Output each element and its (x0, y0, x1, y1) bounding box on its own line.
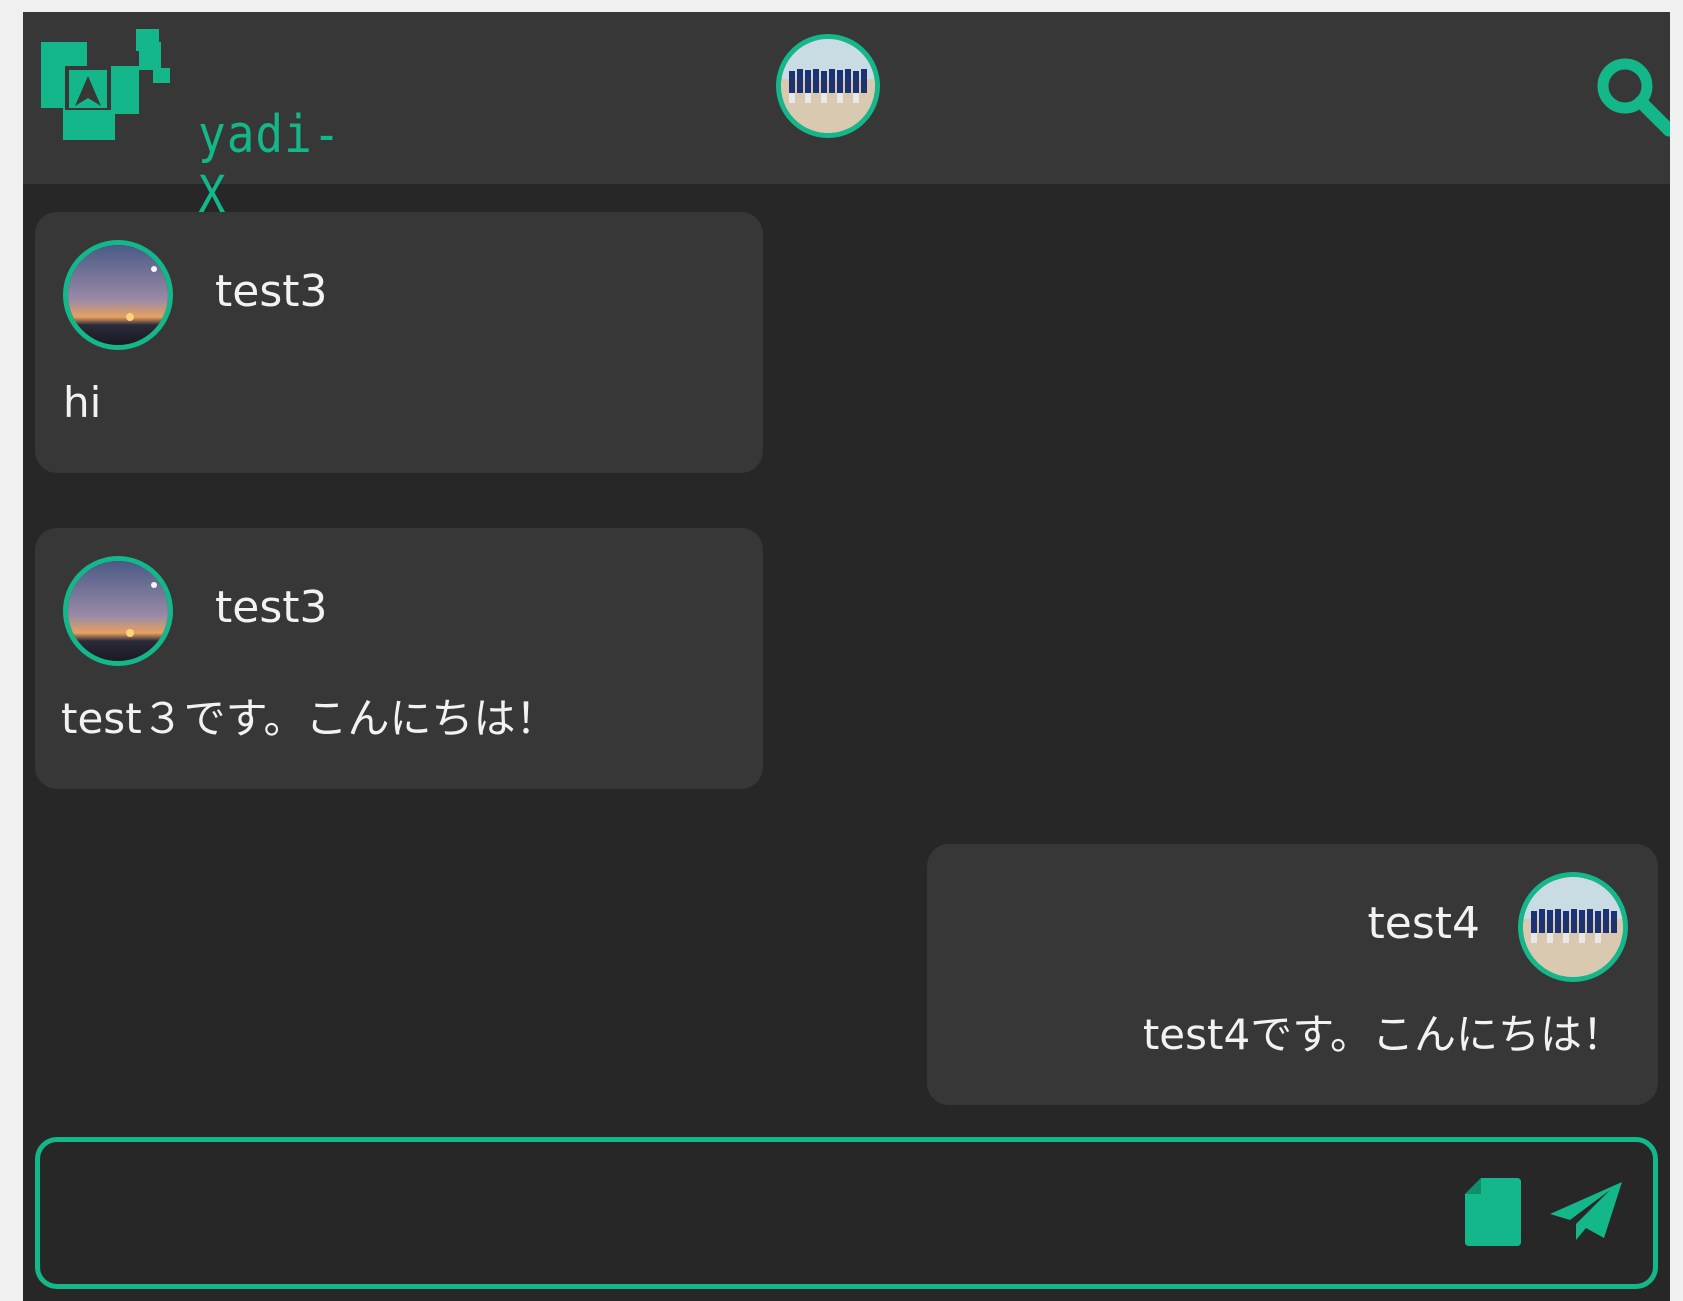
message-text: test4です。こんにちは！ (1142, 1010, 1624, 1059)
message-composer (35, 1137, 1658, 1289)
message-bubble: test3 hi (35, 212, 763, 473)
send-button[interactable] (1548, 1180, 1624, 1242)
sunset-avatar-icon (68, 245, 168, 345)
sender-name: test3 (215, 582, 328, 633)
message-bubble: test3 test３です。こんにちは！ (35, 528, 763, 789)
group-photo-avatar-icon (781, 39, 875, 133)
message-text: test３です。こんにちは！ (61, 694, 558, 743)
sender-name: test4 (1367, 898, 1481, 949)
sunset-avatar-icon (68, 561, 168, 661)
message-text: hi (63, 378, 102, 427)
paper-plane-icon (1550, 1182, 1622, 1240)
search-icon (1597, 58, 1670, 137)
chat-app: yadi-X test3 hi test3 test３です。こんにちは！ tes… (23, 12, 1670, 1301)
file-icon (1465, 1178, 1521, 1246)
sender-name: test3 (215, 266, 328, 317)
sender-avatar[interactable] (63, 240, 173, 350)
sender-avatar[interactable] (63, 556, 173, 666)
sender-avatar[interactable] (1518, 872, 1628, 982)
app-logo[interactable]: yadi-X (41, 18, 341, 225)
message-list[interactable]: test3 hi test3 test３です。こんにちは！ test4 test… (23, 184, 1670, 1144)
header-bar: yadi-X (23, 12, 1670, 225)
message-bubble-own: test4 test4です。こんにちは！ (927, 844, 1658, 1105)
message-input[interactable] (60, 1162, 1384, 1266)
header-user-avatar[interactable] (776, 34, 880, 138)
group-photo-avatar-icon (1523, 877, 1623, 977)
logo-mark-icon (41, 29, 170, 140)
search-button[interactable] (1593, 54, 1670, 140)
attach-file-button[interactable] (1463, 1176, 1523, 1248)
